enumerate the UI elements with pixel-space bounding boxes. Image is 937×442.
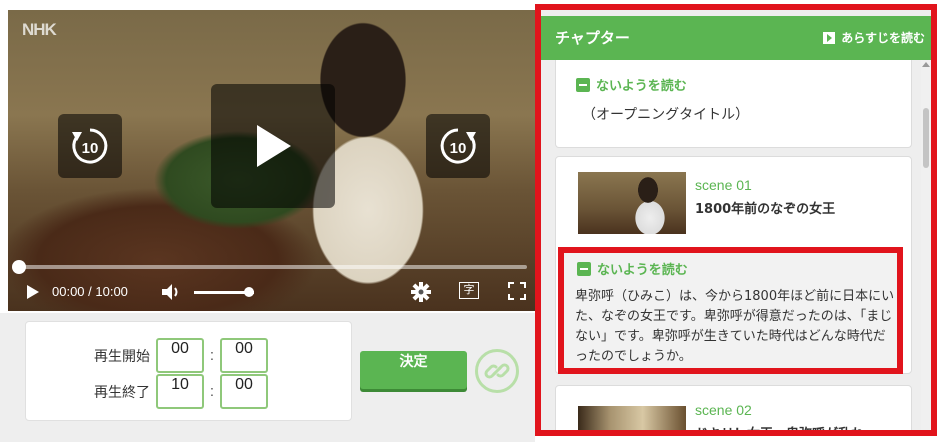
- read-content-toggle[interactable]: ないようを読む: [576, 75, 687, 94]
- summary-link[interactable]: あらすじを読む: [823, 29, 925, 46]
- forward-10-button[interactable]: 10: [426, 114, 490, 178]
- play-small-icon[interactable]: [26, 284, 40, 300]
- scroll-thumb[interactable]: [923, 108, 929, 168]
- time-range-card: 再生開始 00 : 00 再生終了 10 : 00: [25, 321, 352, 421]
- volume-handle[interactable]: [244, 287, 254, 297]
- rewind-10-button[interactable]: 10: [58, 114, 122, 178]
- link-icon: [484, 363, 510, 379]
- decide-button[interactable]: 決定: [360, 351, 467, 389]
- read-content-label: ないようを読む: [596, 79, 687, 94]
- seek-handle[interactable]: [12, 260, 26, 274]
- control-bar: 00:00 / 10:00 字: [8, 278, 535, 306]
- start-colon: :: [209, 347, 215, 364]
- play-icon: [257, 125, 291, 167]
- minus-icon: [577, 261, 591, 276]
- end-minutes-field[interactable]: 10: [156, 374, 204, 409]
- scene-number: scene 01: [695, 177, 752, 193]
- read-content-label: ないようを読む: [597, 263, 688, 278]
- volume-icon[interactable]: [160, 282, 182, 302]
- scene-title: ドキリ！女王、卑弥呼が乱れ: [695, 427, 865, 436]
- nhk-logo: NHK: [22, 20, 57, 39]
- chapter-content-text: （オープニングタイトル）: [582, 107, 750, 123]
- start-minutes-field[interactable]: 00: [156, 338, 204, 373]
- chapter-card-scene-02[interactable]: scene 02 ドキリ！女王、卑弥呼が乱れ: [555, 385, 912, 436]
- fullscreen-icon[interactable]: [508, 282, 526, 300]
- chapter-title: チャプター: [555, 29, 630, 47]
- rewind-10-icon: 10: [72, 128, 108, 164]
- end-colon: :: [209, 383, 215, 400]
- scene-description-box: ないようを読む 卑弥呼（ひみこ）は、今から1800年ほど前に日本にいた、なぞの女…: [558, 247, 903, 374]
- forward-seconds: 10: [450, 140, 467, 157]
- scene-thumbnail[interactable]: [578, 172, 686, 234]
- scene-number: scene 02: [695, 402, 752, 418]
- playback-range-panel: 再生開始 00 : 00 再生終了 10 : 00 決定: [0, 313, 535, 442]
- scene-description: 卑弥呼（ひみこ）は、今から1800年ほど前に日本にいた、なぞの女王です。卑弥呼が…: [575, 289, 895, 364]
- play-button[interactable]: [211, 84, 335, 208]
- forward-10-icon: 10: [440, 128, 476, 164]
- end-time-label: 再生終了: [94, 384, 150, 401]
- gear-icon[interactable]: [410, 281, 432, 303]
- seek-bar[interactable]: [12, 260, 527, 274]
- minus-icon: [576, 77, 590, 92]
- chapter-card-scene-01[interactable]: scene 01 1800年前のなぞの女王 ないようを読む 卑弥呼（ひみこ）は、…: [555, 156, 912, 374]
- video-player[interactable]: NHK 10 10 00:00 / 10:00 字: [8, 10, 535, 311]
- captions-icon[interactable]: 字: [459, 282, 479, 299]
- chapter-card-opening: ないようを読む （オープニングタイトル）: [555, 60, 912, 148]
- share-link-button[interactable]: [475, 349, 519, 393]
- chapter-panel: チャプター あらすじを読む ないようを読む （オープニングタイトル） scene…: [535, 4, 937, 436]
- time-display: 00:00 / 10:00: [52, 284, 128, 299]
- scene-title: 1800年前のなぞの女王: [695, 202, 836, 217]
- summary-link-label: あらすじを読む: [841, 31, 925, 45]
- play-square-icon: [823, 31, 836, 44]
- scene-thumbnail[interactable]: [578, 406, 686, 430]
- read-content-toggle[interactable]: ないようを読む: [577, 259, 688, 278]
- start-time-row: 再生開始 00 : 00: [26, 338, 268, 373]
- chapter-header: チャプター あらすじを読む: [541, 16, 931, 60]
- start-time-label: 再生開始: [94, 348, 150, 365]
- scroll-down-icon[interactable]: [922, 433, 930, 436]
- end-time-row: 再生終了 10 : 00: [26, 374, 268, 409]
- rewind-seconds: 10: [82, 140, 99, 157]
- chapter-scrollbar[interactable]: [921, 60, 931, 436]
- end-seconds-field[interactable]: 00: [220, 374, 268, 409]
- scroll-up-icon[interactable]: [922, 62, 930, 67]
- start-seconds-field[interactable]: 00: [220, 338, 268, 373]
